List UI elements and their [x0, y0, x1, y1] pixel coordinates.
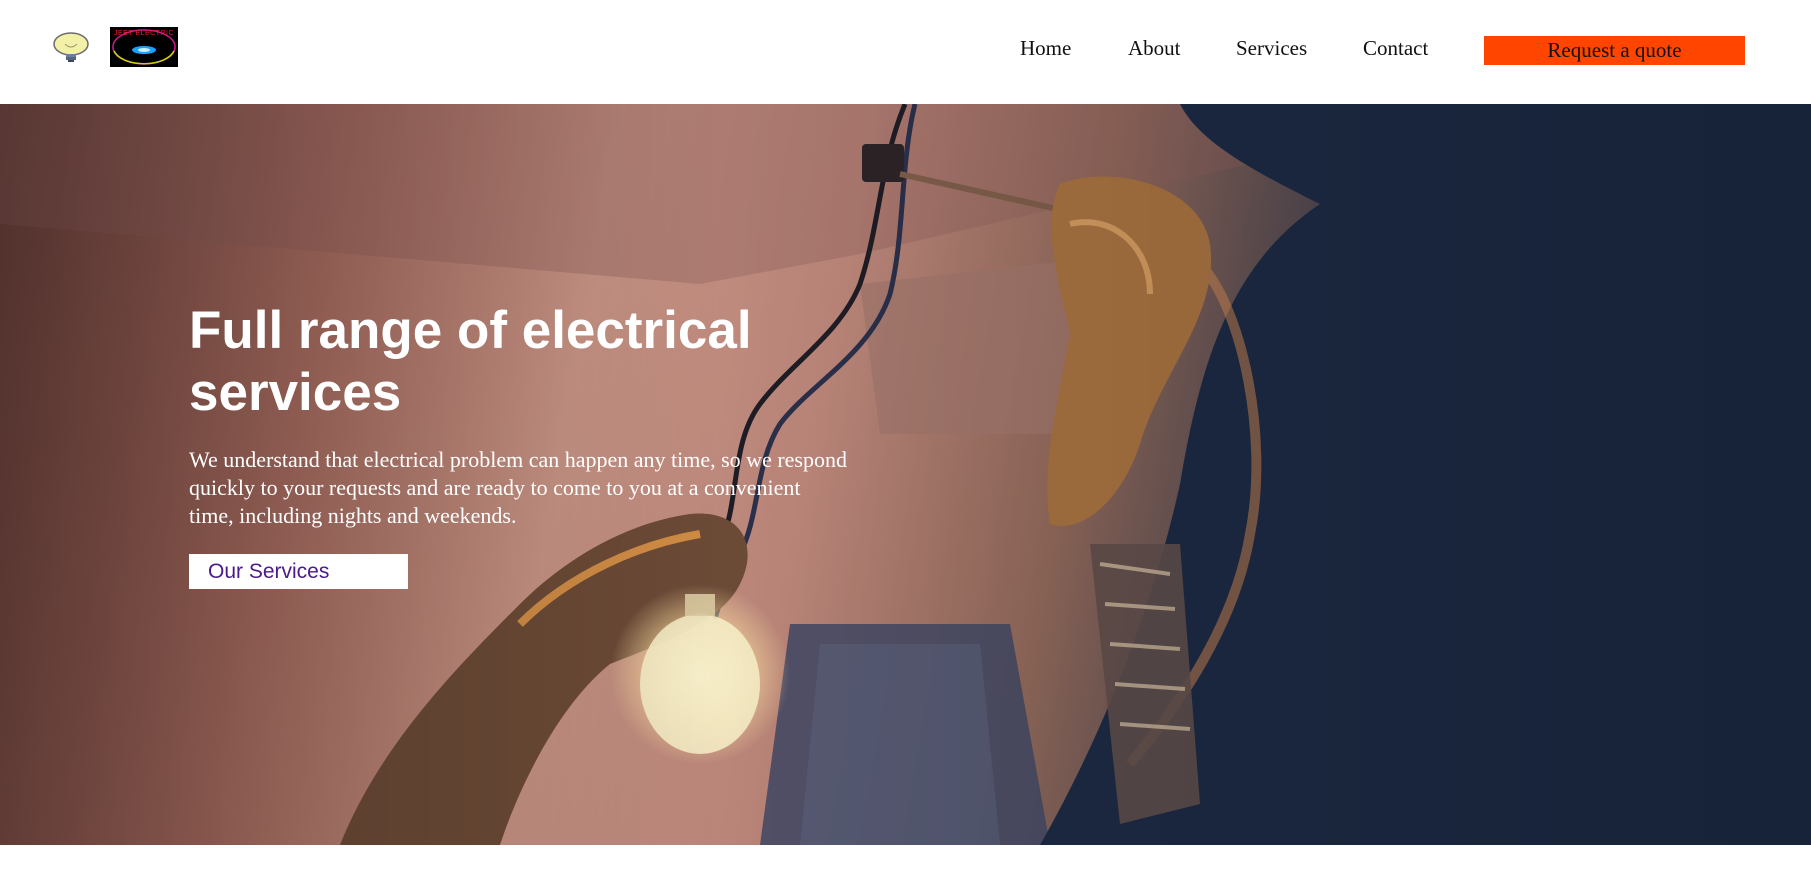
brand-logo-text: JEET ELECTRIC — [113, 30, 175, 37]
nav-services[interactable]: Services — [1236, 35, 1307, 61]
brand-logo[interactable]: JEET ELECTRIC — [110, 27, 178, 67]
nav-about[interactable]: About — [1128, 35, 1181, 61]
lightbulb-icon[interactable] — [51, 30, 91, 64]
our-services-button[interactable]: Our Services — [189, 554, 408, 589]
hero-title: Full range of electrical services — [189, 301, 752, 422]
request-quote-button[interactable]: Request a quote — [1484, 36, 1745, 65]
hero-description: We understand that electrical problem ca… — [189, 447, 847, 528]
site-header: JEET ELECTRIC Home About Services Contac… — [0, 0, 1811, 104]
hero-section: Full range of electrical services We und… — [0, 104, 1811, 845]
nav-home[interactable]: Home — [1020, 35, 1071, 61]
nav-contact[interactable]: Contact — [1363, 35, 1428, 61]
